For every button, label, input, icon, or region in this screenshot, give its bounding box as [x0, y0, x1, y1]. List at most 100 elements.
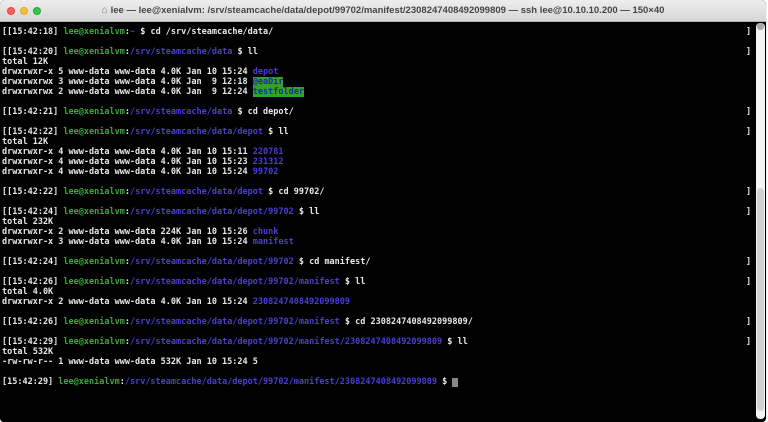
terminal-line: [[15:42:20] lee@xenialvm:/srv/steamcache… [2, 47, 766, 57]
terminal-line: drwxrwxr-x 5 www-data www-data 4.0K Jan … [2, 67, 766, 77]
terminal-text-segment: @eaDir [253, 77, 284, 87]
terminal-text-segment: chunk [253, 227, 279, 237]
terminal-text-segment: [15:42:29] [2, 377, 58, 387]
terminal-text-segment: lee@xenialvm [58, 377, 119, 387]
terminal-line: total 12K [2, 137, 766, 147]
terminal-text-segment: $ cd depot/ [232, 107, 293, 117]
terminal-line [2, 97, 766, 107]
terminal-text-segment: /srv/steamcache/data/depot/99702/manifes… [130, 337, 442, 347]
terminal-line: [[15:42:24] lee@xenialvm:/srv/steamcache… [2, 257, 766, 267]
terminal-text-segment: /srv/steamcache/data/depot/99702/manifes… [130, 317, 340, 327]
terminal-text-segment: drwxrwxr-x 4 www-data www-data 4.0K Jan … [2, 147, 253, 157]
home-folder-icon: ⌂ [102, 5, 108, 16]
terminal-line: total 532K [2, 347, 766, 357]
terminal-text-segment: drwxrwxr-x 5 www-data www-data 4.0K Jan … [2, 67, 253, 77]
terminal-text-segment: $ ll [232, 47, 258, 57]
window-title: ⌂lee — lee@xenialvm: /srv/steamcache/dat… [60, 0, 706, 22]
terminal-text-segment: total 532K [2, 347, 53, 357]
terminal-text-segment: drwxrwxr-x 3 www-data www-data 4.0K Jan … [2, 237, 253, 247]
terminal-text-segment: [[15:42:24] [2, 207, 63, 217]
terminal-line: drwxrwxr-x 2 www-data www-data 224K Jan … [2, 227, 766, 237]
terminal-text-segment: $ [437, 377, 452, 387]
terminal-line: [[15:42:22] lee@xenialvm:/srv/steamcache… [2, 187, 766, 197]
terminal-text-segment: lee@xenialvm [63, 187, 124, 197]
terminal-text-segment: drwxrwxrwx 2 www-data www-data 4.0K Jan … [2, 87, 253, 97]
terminal-text-segment: ] [746, 187, 751, 197]
terminal-line [2, 177, 766, 187]
terminal-line: drwxrwxrwx 2 www-data www-data 4.0K Jan … [2, 87, 766, 97]
terminal-line: [[15:42:24] lee@xenialvm:/srv/steamcache… [2, 207, 766, 217]
terminal-text-segment: $ cd /srv/steamcache/data/ [135, 27, 273, 37]
terminal-text-segment: $ cd 2308247408492099809/ [340, 317, 473, 327]
terminal-text-segment: testfolder [253, 87, 304, 97]
terminal-text-segment: /srv/steamcache/data/depot/99702/manifes… [125, 377, 437, 387]
window-title-text: lee — lee@xenialvm: /srv/steamcache/data… [111, 5, 665, 16]
terminal-text-segment: $ cd manifest/ [294, 257, 371, 267]
terminal-line: -rw-rw-r-- 1 www-data www-data 532K Jan … [2, 357, 766, 367]
terminal-text-segment: /srv/steamcache/data/depot [130, 127, 263, 137]
terminal-line [2, 197, 766, 207]
terminal-text-segment: [[15:42:22] [2, 187, 63, 197]
terminal-line: [[15:42:26] lee@xenialvm:/srv/steamcache… [2, 317, 766, 327]
terminal-line: [15:42:29] lee@xenialvm:/srv/steamcache/… [2, 377, 766, 387]
terminal-text-segment: /srv/steamcache/data/depot/99702 [130, 257, 294, 267]
terminal-line [2, 307, 766, 317]
terminal-screen[interactable]: [[15:42:18] lee@xenialvm:~ $ cd /srv/ste… [0, 22, 766, 422]
terminal-text-segment: $ ll [294, 207, 320, 217]
terminal-text-segment: [[15:42:18] [2, 27, 63, 37]
terminal-line: [[15:42:21] lee@xenialvm:/srv/steamcache… [2, 107, 766, 117]
terminal-text-segment: lee@xenialvm [63, 337, 124, 347]
terminal-text-segment: total 4.0K [2, 287, 53, 297]
terminal-line: [[15:42:18] lee@xenialvm:~ $ cd /srv/ste… [2, 27, 766, 37]
terminal-line: [[15:42:29] lee@xenialvm:/srv/steamcache… [2, 337, 766, 347]
terminal-text-segment: lee@xenialvm [63, 127, 124, 137]
terminal-text-segment: [[15:42:26] [2, 317, 63, 327]
terminal-line: [[15:42:26] lee@xenialvm:/srv/steamcache… [2, 277, 766, 287]
traffic-lights [7, 7, 41, 15]
terminal-text-segment: manifest [253, 237, 294, 247]
terminal-line: drwxrwxr-x 4 www-data www-data 4.0K Jan … [2, 147, 766, 157]
close-button[interactable] [7, 7, 15, 15]
terminal-line [2, 267, 766, 277]
terminal-line [2, 327, 766, 337]
terminal-line [2, 117, 766, 127]
terminal-text-segment: [[15:42:29] [2, 337, 63, 347]
terminal-text-segment: $ cd 99702/ [263, 187, 324, 197]
cursor-block [452, 378, 457, 387]
terminal-line: drwxrwxr-x 4 www-data www-data 4.0K Jan … [2, 167, 766, 177]
terminal-line: drwxrwxr-x 2 www-data www-data 4.0K Jan … [2, 297, 766, 307]
terminal-text-segment: 2308247408492099809 [253, 297, 350, 307]
terminal-text-segment: ] [746, 27, 751, 37]
terminal-line: total 12K [2, 57, 766, 67]
terminal-text-segment: drwxrwxrwx 3 www-data www-data 4.0K Jan … [2, 77, 253, 87]
terminal-text-segment: depot [253, 67, 279, 77]
terminal-text-segment: ] [746, 257, 751, 267]
terminal-text-segment: 220781 [253, 147, 284, 157]
terminal-line [2, 37, 766, 47]
terminal-line [2, 367, 766, 377]
terminal-text-segment: 99702 [253, 167, 279, 177]
zoom-button[interactable] [33, 7, 41, 15]
terminal-window: ⌂lee — lee@xenialvm: /srv/steamcache/dat… [0, 0, 766, 422]
terminal-text-segment: [[15:42:20] [2, 47, 63, 57]
terminal-text-segment: ] [746, 277, 751, 287]
minimize-button[interactable] [20, 7, 28, 15]
terminal-line: [[15:42:22] lee@xenialvm:/srv/steamcache… [2, 127, 766, 137]
terminal-text-segment: ] [746, 47, 751, 57]
scrollbar[interactable] [756, 23, 765, 419]
terminal-text-segment: drwxrwxr-x 4 www-data www-data 4.0K Jan … [2, 157, 253, 167]
terminal-text-segment: lee@xenialvm [63, 317, 124, 327]
terminal-text-segment: /srv/steamcache/data [130, 107, 232, 117]
terminal-text-segment: ] [746, 337, 751, 347]
window-titlebar[interactable]: ⌂lee — lee@xenialvm: /srv/steamcache/dat… [0, 0, 766, 22]
scrollbar-thumb[interactable] [757, 188, 764, 411]
scrollbar-top-cap [757, 23, 764, 30]
terminal-text-segment: lee@xenialvm [63, 27, 124, 37]
terminal-text-segment: lee@xenialvm [63, 257, 124, 267]
terminal-text-segment: /srv/steamcache/data [130, 47, 232, 57]
terminal-text-segment: ] [746, 127, 751, 137]
terminal-text-segment: 231312 [253, 157, 284, 167]
terminal-line: drwxrwxr-x 3 www-data www-data 4.0K Jan … [2, 237, 766, 247]
terminal-text-segment: $ ll [263, 127, 289, 137]
terminal-text-segment: [[15:42:24] [2, 257, 63, 267]
